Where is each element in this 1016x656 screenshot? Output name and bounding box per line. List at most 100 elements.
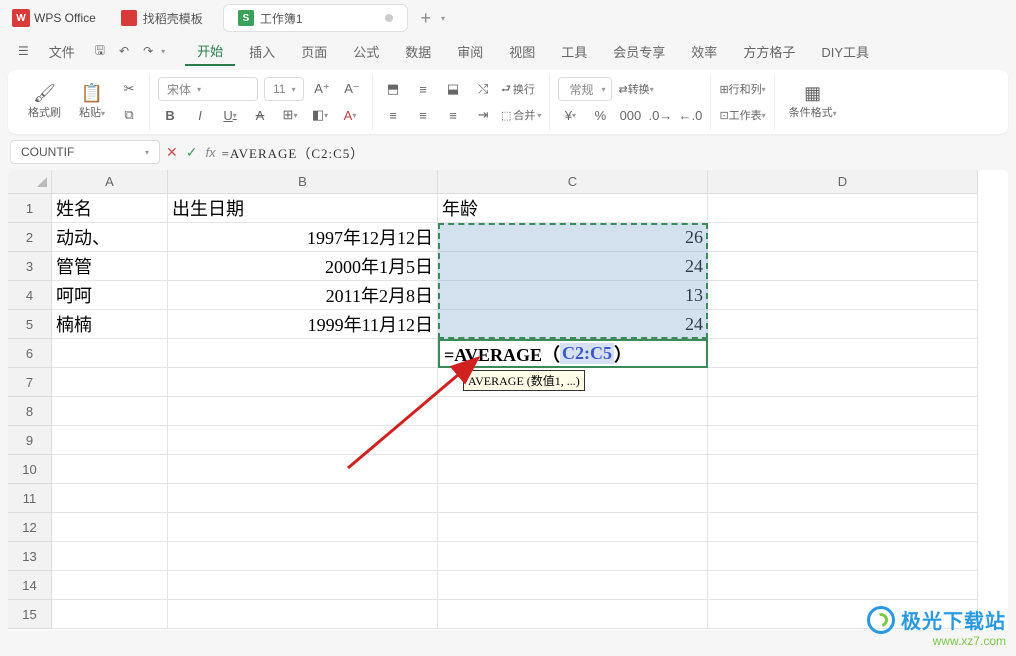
cells-area[interactable]: 姓名出生日期年龄动动、1997年12月12日26管管2000年1月5日24呵呵2… <box>52 194 1008 630</box>
underline-icon[interactable]: U▾ <box>218 104 242 126</box>
merge-button[interactable]: ⬚合并▾ <box>501 104 541 126</box>
indent-icon[interactable]: ⇥ <box>471 104 495 126</box>
row-header-10[interactable]: 10 <box>8 455 52 484</box>
formula-ok-icon[interactable]: ✓ <box>186 144 198 161</box>
align-bottom-icon[interactable]: ⬓ <box>441 78 465 100</box>
dec-dec-icon[interactable]: ←.0 <box>678 104 702 126</box>
menu-vip[interactable]: 会员专享 <box>601 38 677 65</box>
cell-C12[interactable] <box>438 513 708 542</box>
cell-D3[interactable] <box>708 252 978 281</box>
orientation-icon[interactable]: ⤭ <box>471 78 495 100</box>
cell-A14[interactable] <box>52 571 168 600</box>
convert-button[interactable]: ⇄转换▾ <box>618 78 653 100</box>
font-size-select[interactable]: 11▾ <box>264 77 304 101</box>
cell-B6[interactable] <box>168 339 438 368</box>
format-painter-button[interactable]: 🖌 格式刷 <box>22 82 67 122</box>
cell-B7[interactable] <box>168 368 438 397</box>
tab-workbook[interactable]: S 工作簿1 <box>223 4 408 32</box>
spreadsheet-grid[interactable]: ABCD 123456789101112131415 姓名出生日期年龄动动、19… <box>8 170 1008 630</box>
cell-A15[interactable] <box>52 600 168 629</box>
cell-D12[interactable] <box>708 513 978 542</box>
cell-B12[interactable] <box>168 513 438 542</box>
cell-A3[interactable]: 管管 <box>52 252 168 281</box>
cell-B1[interactable]: 出生日期 <box>168 194 438 223</box>
save-icon[interactable]: 🖫 <box>89 37 111 66</box>
col-header-A[interactable]: A <box>52 170 168 194</box>
cond-format-button[interactable]: ▦ 条件格式▾ <box>783 82 843 122</box>
cell-B11[interactable] <box>168 484 438 513</box>
cell-B10[interactable] <box>168 455 438 484</box>
tab-list-caret[interactable]: ▾ <box>441 14 445 23</box>
menu-diy[interactable]: DIY工具 <box>809 38 881 65</box>
cell-C11[interactable] <box>438 484 708 513</box>
cell-D9[interactable] <box>708 426 978 455</box>
menu-file[interactable]: 文件 <box>37 38 87 65</box>
rowcol-button[interactable]: ⊞ 行和列▾ <box>719 78 765 100</box>
border-icon[interactable]: ⊞▾ <box>278 104 302 126</box>
cell-D8[interactable] <box>708 397 978 426</box>
col-header-D[interactable]: D <box>708 170 978 194</box>
font-color-icon[interactable]: A▾ <box>338 104 362 126</box>
cut-icon[interactable]: ✂ <box>117 78 141 100</box>
cell-D4[interactable] <box>708 281 978 310</box>
cell-A11[interactable] <box>52 484 168 513</box>
strike-icon[interactable]: A <box>248 104 272 126</box>
cell-C3[interactable]: 24 <box>438 252 708 281</box>
cell-C15[interactable] <box>438 600 708 629</box>
menu-review[interactable]: 审阅 <box>445 38 495 65</box>
cell-C9[interactable] <box>438 426 708 455</box>
cell-D2[interactable] <box>708 223 978 252</box>
currency-icon[interactable]: ¥▾ <box>558 104 582 126</box>
align-center-icon[interactable]: ≡ <box>411 104 435 126</box>
row-header-6[interactable]: 6 <box>8 339 52 368</box>
row-header-4[interactable]: 4 <box>8 281 52 310</box>
row-header-9[interactable]: 9 <box>8 426 52 455</box>
row-header-5[interactable]: 5 <box>8 310 52 339</box>
align-top-icon[interactable]: ⬒ <box>381 78 405 100</box>
cell-C14[interactable] <box>438 571 708 600</box>
cell-B3[interactable]: 2000年1月5日 <box>168 252 438 281</box>
cell-A1[interactable]: 姓名 <box>52 194 168 223</box>
decrease-font-icon[interactable]: A⁻ <box>340 78 364 100</box>
menu-start[interactable]: 开始 <box>185 37 235 66</box>
cell-A6[interactable] <box>52 339 168 368</box>
cell-A8[interactable] <box>52 397 168 426</box>
cell-D10[interactable] <box>708 455 978 484</box>
col-header-B[interactable]: B <box>168 170 438 194</box>
cell-C5[interactable]: 24 <box>438 310 708 339</box>
col-header-C[interactable]: C <box>438 170 708 194</box>
fill-color-icon[interactable]: ◧▾ <box>308 104 332 126</box>
cell-C8[interactable] <box>438 397 708 426</box>
align-left-icon[interactable]: ≡ <box>381 104 405 126</box>
cell-A5[interactable]: 楠楠 <box>52 310 168 339</box>
row-header-1[interactable]: 1 <box>8 194 52 223</box>
cell-A9[interactable] <box>52 426 168 455</box>
name-box[interactable]: COUNTIF ▾ <box>10 140 160 164</box>
worksheet-button[interactable]: ⊡ 工作表▾ <box>719 104 765 126</box>
font-name-select[interactable]: 宋体▾ <box>158 77 258 101</box>
cell-C10[interactable] <box>438 455 708 484</box>
menu-formula[interactable]: 公式 <box>341 38 391 65</box>
wrap-text-button[interactable]: ⮐换行 <box>501 78 535 100</box>
cell-B4[interactable]: 2011年2月8日 <box>168 281 438 310</box>
cell-D5[interactable] <box>708 310 978 339</box>
number-format-select[interactable]: 常规▾ <box>558 77 612 101</box>
cell-B9[interactable] <box>168 426 438 455</box>
menu-page[interactable]: 页面 <box>289 38 339 65</box>
formula-cancel-icon[interactable]: ✕ <box>166 144 178 161</box>
cell-C6[interactable] <box>438 339 708 368</box>
cell-A10[interactable] <box>52 455 168 484</box>
menu-tools[interactable]: 工具 <box>549 38 599 65</box>
menu-ffgz[interactable]: 方方格子 <box>731 38 807 65</box>
cell-D7[interactable] <box>708 368 978 397</box>
tab-template[interactable]: 找稻壳模板 <box>107 4 217 32</box>
cell-D11[interactable] <box>708 484 978 513</box>
align-right-icon[interactable]: ≡ <box>441 104 465 126</box>
cell-B15[interactable] <box>168 600 438 629</box>
menu-view[interactable]: 视图 <box>497 38 547 65</box>
fx-icon[interactable]: fx <box>205 145 215 160</box>
row-header-12[interactable]: 12 <box>8 513 52 542</box>
new-tab-button[interactable]: + <box>411 8 442 29</box>
bold-icon[interactable]: B <box>158 104 182 126</box>
paste-button[interactable]: 📋 粘贴▾ <box>73 82 111 122</box>
